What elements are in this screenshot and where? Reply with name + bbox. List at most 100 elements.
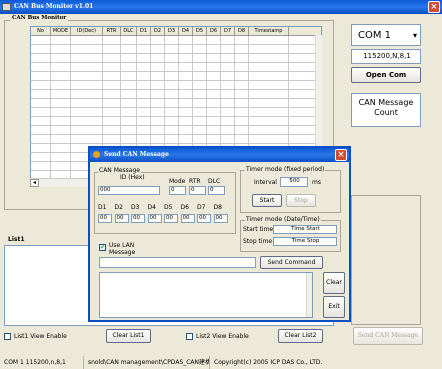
- column-header[interactable]: RTR: [103, 27, 121, 35]
- column-header[interactable]: DLC: [121, 27, 137, 35]
- id-hex-input[interactable]: 000: [98, 186, 160, 195]
- column-header[interactable]: D7: [221, 27, 235, 35]
- table-cell: [179, 36, 193, 44]
- data-byte-input[interactable]: 00: [197, 214, 211, 223]
- column-header[interactable]: ID(Dec): [71, 27, 103, 35]
- data-byte-input[interactable]: 00: [180, 214, 195, 223]
- table-cell: [165, 45, 179, 53]
- column-header[interactable]: D2: [151, 27, 165, 35]
- baud-field[interactable]: 115200,N,8,1: [351, 49, 421, 64]
- table-row[interactable]: [31, 72, 321, 81]
- send-command-button[interactable]: Send Command: [260, 256, 323, 269]
- table-cell: [165, 117, 179, 125]
- use-lan-checkbox[interactable]: ✔: [99, 244, 106, 251]
- clear-list2-button[interactable]: Clear List2: [278, 329, 323, 343]
- column-header[interactable]: D6: [207, 27, 221, 35]
- interval-input[interactable]: 500: [280, 177, 308, 187]
- can-message-count-label: CAN Message Count: [351, 93, 421, 127]
- data-byte-input[interactable]: 00: [114, 214, 129, 223]
- list2-view-enable-checkbox[interactable]: [186, 333, 193, 340]
- chevron-down-icon[interactable]: ▾: [413, 31, 417, 40]
- table-cell: [51, 81, 71, 89]
- start-time-field[interactable]: Time Start: [273, 225, 337, 234]
- data-byte-input[interactable]: 00: [147, 214, 162, 223]
- table-cell: [31, 108, 51, 116]
- dialog-exit-button[interactable]: Exit: [323, 296, 345, 318]
- table-cell: [31, 54, 51, 62]
- table-cell: [165, 63, 179, 71]
- dialog-app-icon: [93, 151, 100, 158]
- table-row[interactable]: [31, 135, 321, 144]
- table-cell: [137, 36, 151, 44]
- table-cell: [51, 90, 71, 98]
- status-bar: COM 1 115200,n,8,1 snold\CAN management\…: [0, 356, 442, 369]
- column-header[interactable]: D4: [179, 27, 193, 35]
- data-byte-input[interactable]: 00: [213, 214, 228, 223]
- column-header[interactable]: D1: [137, 27, 151, 35]
- table-cell: [179, 99, 193, 107]
- column-header[interactable]: D8: [235, 27, 249, 35]
- table-cell: [71, 99, 103, 107]
- data-byte-label: D6: [180, 204, 189, 211]
- table-row[interactable]: [31, 99, 321, 108]
- table-cell: [51, 99, 71, 107]
- table-cell: [179, 135, 193, 143]
- table-cell: [151, 81, 165, 89]
- table-row[interactable]: [31, 45, 321, 54]
- table-row[interactable]: [31, 126, 321, 135]
- table-cell: [71, 135, 103, 143]
- table-cell: [71, 72, 103, 80]
- mode-input[interactable]: 0: [169, 186, 186, 195]
- column-header[interactable]: D5: [193, 27, 207, 35]
- table-row[interactable]: [31, 36, 321, 45]
- open-com-button[interactable]: Open Com: [351, 67, 421, 83]
- table-cell: [235, 36, 249, 44]
- scroll-left-icon[interactable]: ◂: [30, 179, 39, 187]
- column-header[interactable]: Timestamp: [249, 27, 289, 35]
- table-cell: [31, 162, 51, 170]
- data-byte-input[interactable]: 00: [98, 214, 112, 223]
- table-cell: [221, 90, 235, 98]
- status-path: snold\CAN management\CPDAS_CAN建構\7565\de: [84, 356, 210, 369]
- table-cell: [137, 54, 151, 62]
- column-header[interactable]: D3: [165, 27, 179, 35]
- table-cell: [51, 63, 71, 71]
- table-row[interactable]: [31, 90, 321, 99]
- clear-list1-button[interactable]: Clear List1: [106, 329, 151, 343]
- list2-view-enable-label: List2 View Enable: [196, 333, 249, 340]
- timer-stop-button[interactable]: Stop: [286, 194, 316, 207]
- table-row[interactable]: [31, 117, 321, 126]
- send-can-message-button[interactable]: Send CAN Message: [353, 327, 423, 345]
- data-byte-input[interactable]: 00: [164, 214, 178, 223]
- send-log-box[interactable]: [99, 272, 313, 318]
- interval-unit: ms: [312, 179, 321, 186]
- app-icon: [2, 3, 11, 11]
- com-port-select[interactable]: COM 1 ▾: [351, 24, 421, 46]
- list1-label: List1: [8, 236, 25, 243]
- table-cell: [71, 45, 103, 53]
- close-icon[interactable]: ×: [428, 1, 440, 13]
- list1-view-enable-checkbox[interactable]: [4, 333, 11, 340]
- send-log-vscrollbar[interactable]: [306, 273, 312, 317]
- table-cell: [249, 108, 289, 116]
- table-row[interactable]: [31, 81, 321, 90]
- table-cell: [31, 153, 51, 161]
- table-cell: [31, 81, 51, 89]
- table-cell: [221, 54, 235, 62]
- table-row[interactable]: [31, 54, 321, 63]
- command-input[interactable]: [99, 257, 256, 268]
- interval-label: Interval: [254, 179, 277, 186]
- table-row[interactable]: [31, 63, 321, 72]
- table-row[interactable]: [31, 108, 321, 117]
- timer-start-button[interactable]: Start: [252, 194, 282, 207]
- rtr-input[interactable]: 0: [189, 186, 206, 195]
- dlc-input[interactable]: 0: [208, 186, 225, 195]
- data-byte-input[interactable]: 00: [131, 214, 145, 223]
- stop-time-field[interactable]: Time Stop: [273, 237, 337, 246]
- table-cell: [51, 54, 71, 62]
- column-header[interactable]: No: [31, 27, 51, 35]
- table-cell: [221, 117, 235, 125]
- dialog-close-icon[interactable]: ×: [335, 149, 347, 161]
- dialog-clear-button[interactable]: Clear: [323, 272, 345, 294]
- column-header[interactable]: MODE: [51, 27, 71, 35]
